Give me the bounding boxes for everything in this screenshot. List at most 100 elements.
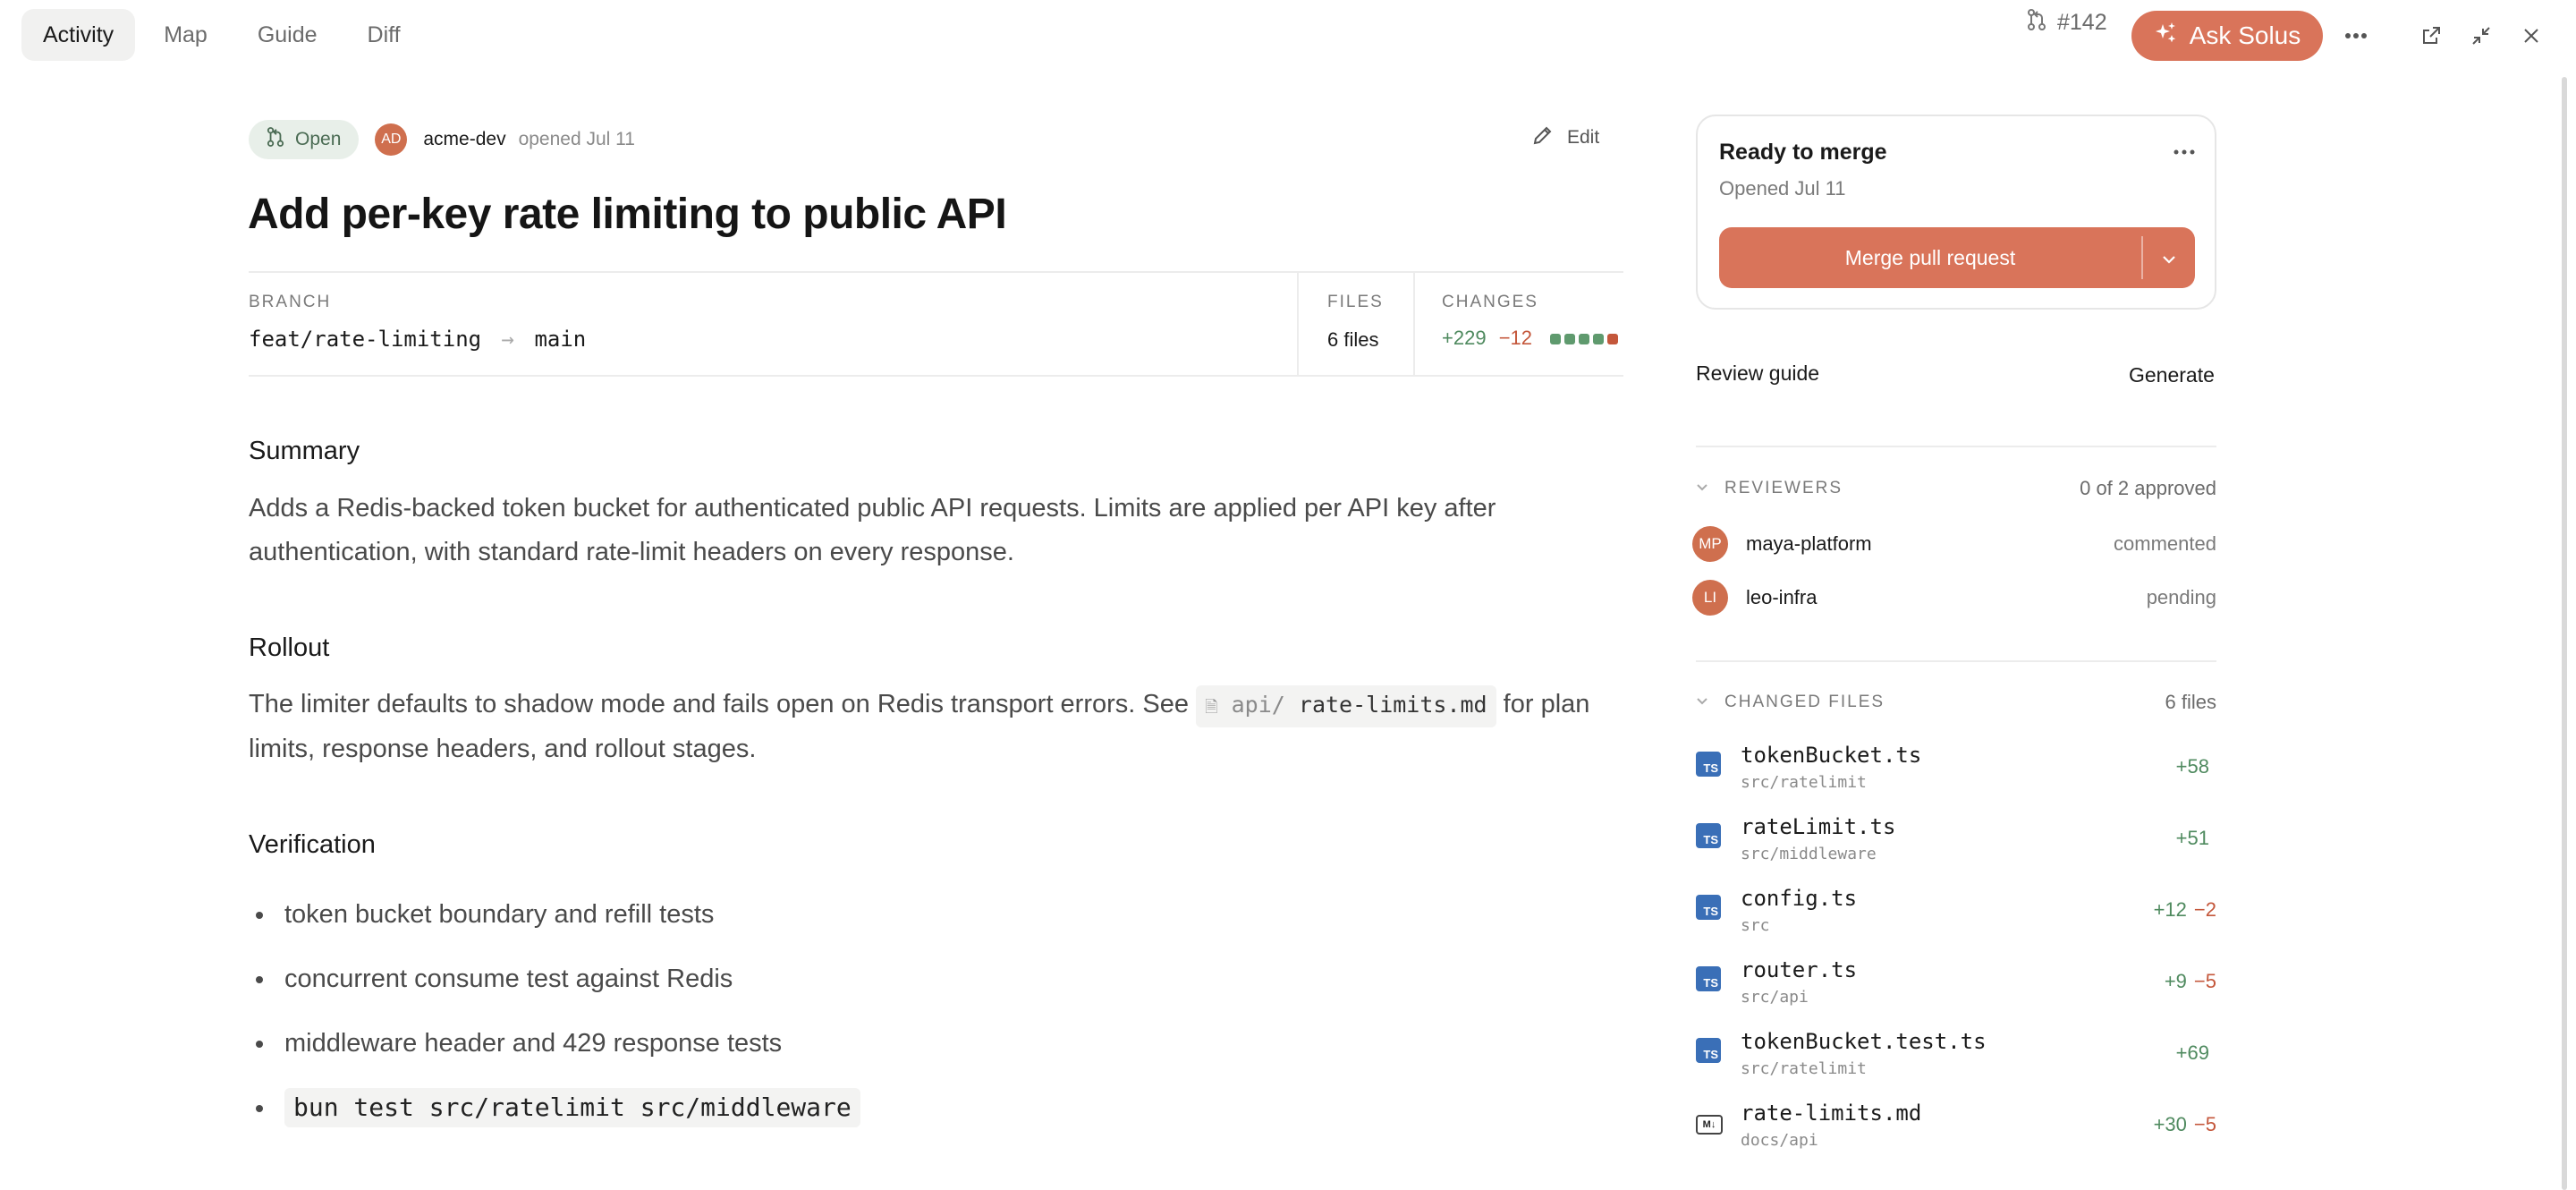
file-diffstat: +12 −2	[2154, 898, 2216, 922]
diffstat-dot	[1550, 334, 1562, 345]
file-name: rateLimit.ts	[1741, 814, 1896, 839]
pencil-icon	[1531, 123, 1555, 152]
reviewer-name: leo-infra	[1746, 586, 1818, 608]
reviewer-row[interactable]: MP maya-platform commented	[1692, 524, 2216, 564]
rollout-text-post: for plan	[1503, 690, 1590, 718]
rollout-text: The limiter defaults to shadow mode and …	[249, 683, 1626, 771]
open-external-icon[interactable]	[2413, 18, 2449, 54]
changed-files-count: 6 files	[2165, 691, 2216, 713]
file-diffstat: +30 −5	[2154, 1113, 2216, 1136]
summary-line-1: Adds a Redis-backed token bucket for aut…	[249, 494, 1496, 523]
tab-activity[interactable]: Activity	[21, 9, 136, 61]
deletions-count: −12	[1498, 327, 1533, 349]
close-icon[interactable]	[2513, 18, 2549, 54]
changed-files-label: CHANGED FILES	[1724, 693, 1885, 711]
branch-value: feat/rate-limiting → main	[249, 327, 586, 352]
tab-map[interactable]: Map	[142, 9, 229, 61]
pr-status-row: Open AD acme-dev opened Jul 11	[249, 120, 635, 159]
file-additions: +9	[2164, 970, 2187, 992]
file-link-name: rate-limits.md	[1298, 692, 1487, 718]
file-name: tokenBucket.test.ts	[1741, 1029, 1987, 1054]
rollout-line-2: limits, response headers, and rollout st…	[249, 735, 757, 763]
list-item: token bucket boundary and refill tests	[249, 882, 860, 947]
chevron-down-icon	[2161, 246, 2177, 270]
file-name: config.ts	[1741, 886, 1858, 911]
list-item: bun test src/ratelimit src/middleware	[249, 1075, 860, 1140]
changes-value: +229 −12	[1442, 327, 1619, 350]
file-name: router.ts	[1741, 957, 1858, 982]
collapse-icon[interactable]	[2463, 18, 2499, 54]
markdown-file-icon: M↓	[1696, 1115, 1723, 1135]
pull-request-icon	[267, 127, 284, 152]
file-additions: +30	[2153, 1113, 2187, 1135]
diffstat-dot	[1593, 334, 1605, 345]
rollout-text-pre: The limiter defaults to shadow mode and …	[249, 690, 1189, 718]
file-diffstat: +51	[2176, 827, 2216, 850]
files-value: 6 files	[1327, 328, 1379, 351]
file-diffstat: +58	[2176, 755, 2216, 778]
sparkle-icon	[2154, 21, 2179, 52]
status-label: Open	[295, 129, 342, 149]
scrollbar[interactable]	[2562, 77, 2567, 1190]
typescript-file-icon: TS	[1696, 1038, 1721, 1063]
opened-date: opened Jul 11	[518, 129, 635, 149]
changed-file-row[interactable]: TS tokenBucket.ts src/ratelimit +58	[1696, 739, 2216, 802]
edit-button[interactable]: Edit	[1531, 123, 1599, 152]
diffstat-dot	[1564, 334, 1576, 345]
merge-subtitle: Opened Jul 11	[1719, 177, 1846, 200]
tab-guide[interactable]: Guide	[236, 9, 339, 61]
file-name: tokenBucket.ts	[1741, 743, 1922, 768]
review-guide-label: Review guide	[1696, 361, 1820, 385]
file-path: docs/api	[1741, 1131, 1818, 1150]
merge-options-button[interactable]	[2143, 246, 2195, 270]
file-icon: 🗎	[1205, 698, 1218, 717]
changed-file-row[interactable]: TS rateLimit.ts src/middleware +51	[1696, 811, 2216, 873]
file-deletions: −2	[2193, 898, 2216, 921]
file-path: src/ratelimit	[1741, 1059, 1867, 1078]
merge-title: Ready to merge	[1719, 140, 1887, 165]
reviewers-header[interactable]: REVIEWERS 0 of 2 approved	[1696, 475, 2216, 502]
pr-meta-strip: BRANCH feat/rate-limiting → main FILES 6…	[249, 271, 1623, 377]
avatar: MP	[1692, 526, 1728, 562]
edit-label: Edit	[1567, 127, 1600, 148]
author-name[interactable]: acme-dev	[423, 129, 505, 150]
reviewer-state: pending	[2146, 586, 2216, 608]
file-path: src/api	[1741, 988, 1809, 1007]
pr-number[interactable]: #142	[2027, 9, 2107, 37]
arrow-right-icon: →	[501, 327, 514, 352]
generate-button[interactable]: Generate	[2129, 363, 2215, 387]
top-bar: Activity Map Guide Diff #142 Ask Solus	[0, 0, 2576, 72]
chevron-down-icon	[1696, 480, 1716, 497]
reviewer-name: maya-platform	[1746, 532, 1872, 555]
changed-file-row[interactable]: TS tokenBucket.test.ts src/ratelimit +69	[1696, 1025, 2216, 1088]
avatar: AD	[375, 123, 408, 156]
more-icon[interactable]	[2338, 18, 2374, 54]
tab-diff[interactable]: Diff	[346, 9, 422, 61]
reviewer-row[interactable]: LI leo-infra pending	[1692, 578, 2216, 617]
more-icon[interactable]	[2174, 143, 2195, 159]
avatar: LI	[1692, 580, 1728, 616]
ask-solus-button[interactable]: Ask Solus	[2131, 11, 2323, 61]
changed-file-row[interactable]: M↓ rate-limits.md docs/api +30 −5	[1696, 1097, 2216, 1160]
typescript-file-icon: TS	[1696, 752, 1721, 777]
changed-file-row[interactable]: TS router.ts src/api +9 −5	[1696, 954, 2216, 1016]
page-title: Add per-key rate limiting to public API	[248, 191, 1007, 238]
rollout-heading: Rollout	[249, 633, 330, 662]
status-badge: Open	[249, 120, 360, 159]
summary-text: Adds a Redis-backed token bucket for aut…	[249, 487, 1626, 574]
file-diffstat: +9 −5	[2165, 970, 2216, 993]
file-link-chip[interactable]: 🗎 api/ rate-limits.md	[1196, 685, 1496, 727]
reviewers-summary: 0 of 2 approved	[2080, 477, 2216, 499]
view-tabs: Activity Map Guide Diff	[21, 9, 422, 61]
verification-command: bun test src/ratelimit src/middleware	[284, 1088, 860, 1127]
files-label: FILES	[1327, 293, 1384, 311]
file-name: rate-limits.md	[1741, 1101, 1922, 1126]
changed-file-row[interactable]: TS config.ts src +12 −2	[1696, 882, 2216, 945]
file-path: src/ratelimit	[1741, 773, 1867, 792]
typescript-file-icon: TS	[1696, 823, 1721, 848]
file-additions: +58	[2175, 755, 2209, 778]
changed-files-header[interactable]: CHANGED FILES 6 files	[1696, 689, 2216, 716]
verification-heading: Verification	[249, 830, 376, 859]
additions-count: +229	[1442, 327, 1487, 349]
merge-pull-request-button[interactable]: Merge pull request	[1719, 246, 2141, 270]
